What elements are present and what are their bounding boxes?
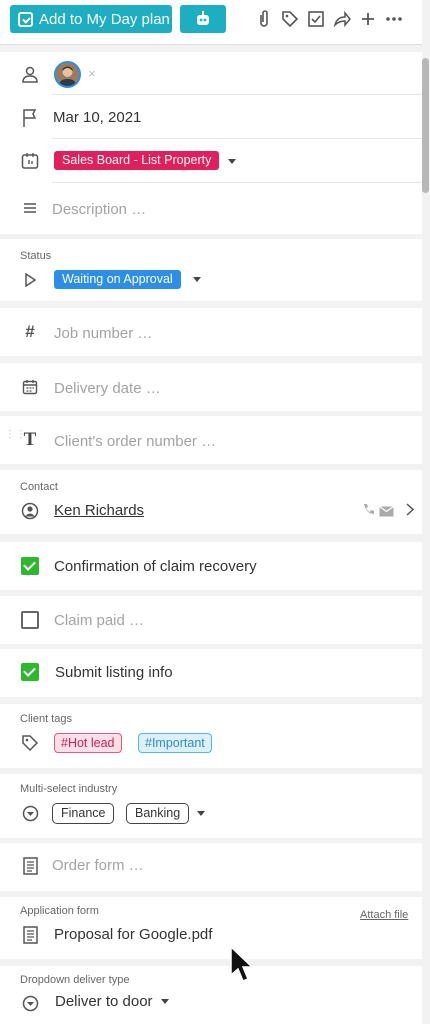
deliver-type-value[interactable]: Deliver to door [55, 993, 153, 1010]
order-form-section: Order form … [0, 843, 422, 891]
play-icon [20, 270, 40, 290]
check-confirmation-section: Confirmation of claim recovery [0, 542, 422, 590]
tag-hot-lead[interactable]: #Hot lead [54, 733, 122, 753]
attach-file-link[interactable]: Attach file [360, 909, 408, 921]
tag-icon [20, 733, 40, 753]
delivery-date-input[interactable]: Delivery date … [54, 380, 161, 397]
industry-section: Multi-select industry Finance Banking [0, 774, 422, 838]
scrollbar[interactable] [422, 58, 429, 193]
calendar-icon [20, 377, 40, 397]
application-file-link[interactable]: Proposal for Google.pdf [54, 926, 212, 943]
status-section: Status Waiting on Approval [0, 239, 422, 301]
deliver-type-dropdown-icon[interactable] [161, 999, 169, 1004]
more-icon[interactable] [384, 8, 404, 30]
description-row[interactable]: Description … [0, 184, 422, 232]
remove-assignee-icon[interactable]: × [88, 66, 96, 81]
contact-label: Contact [20, 481, 58, 493]
text-field-icon: T [23, 429, 37, 450]
status-dropdown-icon[interactable] [193, 277, 201, 282]
industry-banking[interactable]: Banking [126, 803, 190, 824]
check-submit-listing-section: Submit listing info [0, 649, 422, 697]
hash-icon: # [25, 322, 35, 341]
user-icon [20, 64, 40, 84]
description-icon [20, 198, 40, 218]
deliver-type-section: Dropdown deliver type Deliver to door [0, 966, 422, 1024]
add-to-my-day-button[interactable]: Add to My Day plan [10, 5, 172, 33]
job-number-input[interactable]: Job number … [54, 325, 152, 342]
contact-icon [20, 501, 40, 521]
calendar-check-icon [18, 11, 33, 27]
job-number-section: # Job number … [0, 308, 422, 356]
phone-icon[interactable] [362, 503, 375, 521]
tag-important[interactable]: #Important [138, 733, 212, 753]
dropdown-circle-icon [20, 803, 40, 823]
document-icon [20, 925, 40, 945]
automation-button[interactable] [180, 5, 226, 33]
client-order-input[interactable]: Client's order number … [54, 433, 216, 450]
confirmation-checkbox[interactable] [21, 557, 39, 575]
description-input[interactable]: Description … [52, 201, 146, 218]
mouse-cursor-icon [230, 945, 254, 989]
robot-icon [197, 11, 209, 25]
add-to-my-day-label: Add to My Day plan [39, 10, 170, 28]
delivery-date-section: Delivery date … [0, 363, 422, 411]
dropdown-circle-icon [20, 993, 40, 1013]
board-row[interactable]: Sales Board - List Property [0, 140, 422, 184]
flag-icon [20, 108, 40, 128]
toolbar: Add to My Day plan [0, 0, 422, 45]
client-order-section: ⋮⋮ T Client's order number … [0, 416, 422, 464]
deliver-type-label: Dropdown deliver type [20, 974, 130, 986]
assignee-row[interactable]: × [0, 52, 422, 96]
submit-listing-label: Submit listing info [55, 664, 173, 681]
status-chip[interactable]: Waiting on Approval [54, 270, 181, 289]
claim-paid-label: Claim paid … [54, 612, 145, 629]
client-tags-label: Client tags [20, 713, 72, 725]
client-tags-section: Client tags #Hot lead #Important [0, 704, 422, 768]
attachment-icon[interactable] [254, 8, 274, 30]
confirmation-label: Confirmation of claim recovery [54, 558, 257, 575]
industry-label: Multi-select industry [20, 783, 118, 795]
document-icon [20, 856, 40, 876]
contact-section: Contact Ken Richards [0, 470, 422, 534]
share-icon[interactable] [332, 8, 352, 30]
submit-listing-checkbox[interactable] [21, 663, 39, 681]
check-claim-paid-section: Claim paid … [0, 596, 422, 644]
board-icon [20, 151, 40, 171]
tag-icon[interactable] [280, 8, 300, 30]
status-label: Status [20, 250, 52, 262]
checklist-icon[interactable] [306, 8, 326, 30]
application-form-section: Application form Attach file Proposal fo… [0, 897, 422, 959]
order-form-input[interactable]: Order form … [52, 857, 144, 874]
avatar[interactable] [54, 61, 81, 88]
board-chip[interactable]: Sales Board - List Property [54, 151, 220, 170]
claim-paid-checkbox[interactable] [21, 611, 39, 629]
contact-name-link[interactable]: Ken Richards [54, 502, 144, 519]
application-form-label: Application form [20, 905, 99, 917]
add-icon[interactable] [358, 8, 378, 30]
due-date-value: Mar 10, 2021 [53, 109, 142, 126]
industry-finance[interactable]: Finance [52, 803, 115, 824]
email-icon[interactable] [379, 504, 394, 522]
industry-dropdown-icon[interactable] [197, 811, 205, 816]
chevron-right-icon[interactable] [406, 503, 415, 521]
basic-fields-section: × Mar 10, 2021 Sales Board - List Proper… [0, 52, 422, 234]
due-date-row[interactable]: Mar 10, 2021 [0, 96, 422, 140]
board-dropdown-icon[interactable] [228, 159, 236, 164]
